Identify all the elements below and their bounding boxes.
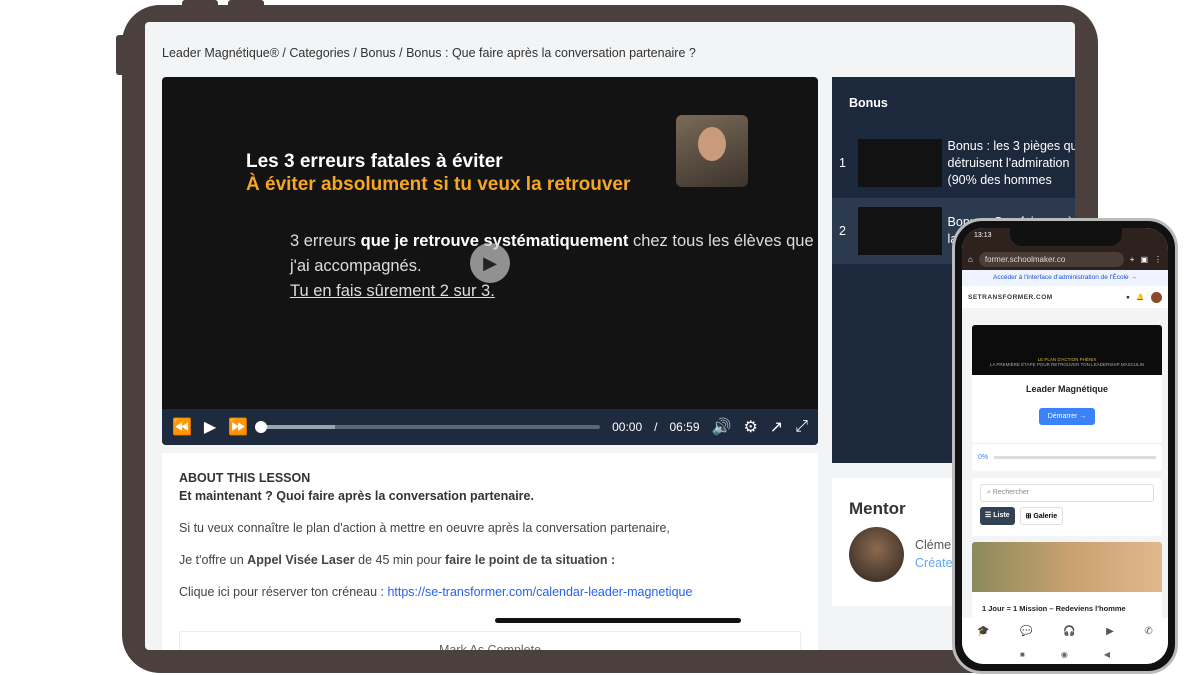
mentor-avatar (849, 527, 904, 582)
text-bold: Appel Visée Laser (247, 553, 355, 567)
lesson-thumbnail (857, 207, 942, 255)
sidebar-title: Bonus (849, 96, 888, 110)
home-indicator (495, 618, 741, 623)
seek-bar[interactable] (255, 421, 601, 433)
rewind-icon[interactable]: ⏪ (172, 417, 192, 437)
notch (1010, 228, 1122, 246)
video-subtitle: À éviter absolument si tu veux la retrou… (246, 174, 631, 195)
lesson-subheading: Et maintenant ? Quoi faire après la conv… (179, 489, 534, 503)
progress-section: 0% (972, 443, 1162, 471)
mentor-title: Mentor (849, 499, 906, 518)
calendar-link[interactable]: https://se-transformer.com/calendar-lead… (387, 585, 692, 599)
phone-frame: 13:13 ⌂ former.schoolmaker.co + ▣ ⋮ Accé… (952, 218, 1178, 674)
search-placeholder: Rechercher (992, 489, 1030, 496)
phone-screen: 13:13 ⌂ former.schoolmaker.co + ▣ ⋮ Accé… (962, 228, 1168, 664)
seek-handle[interactable] (255, 421, 268, 433)
video-controls: ⏪ ▶ ⏩ 00:00 / 06:59 🔊 ⚙ ↗ ⤢ (162, 409, 818, 445)
play-overlay-button[interactable]: ▶ (470, 243, 510, 283)
search-input[interactable]: ⌕ Rechercher (980, 484, 1154, 502)
home-icon[interactable]: ⌂ (968, 255, 973, 264)
browser-bar: ⌂ former.schoolmaker.co + ▣ ⋮ (962, 248, 1168, 270)
lesson-number: 1 (839, 155, 846, 170)
fast-forward-icon[interactable]: ⏩ (228, 417, 248, 437)
label: Galerie (1033, 513, 1058, 520)
time-separator: / (654, 420, 658, 434)
tablet-button (116, 35, 126, 75)
phone-icon[interactable]: ✆ (1144, 626, 1152, 637)
label: Liste (993, 512, 1010, 519)
lesson-number: 2 (839, 223, 846, 238)
mark-complete-button[interactable]: Mark As Complete (179, 631, 801, 650)
breadcrumb[interactable]: Leader Magnétique® / Categories / Bonus … (162, 46, 696, 60)
url-field[interactable]: former.schoolmaker.co (978, 251, 1124, 267)
mission-image (972, 542, 1162, 592)
video-player[interactable]: Les 3 erreurs fatales à éviter À éviter … (162, 77, 818, 445)
gear-icon[interactable]: ⚙ (743, 417, 757, 437)
graduation-cap-icon[interactable]: 🎓 (977, 626, 989, 637)
plus-icon[interactable]: + (1130, 255, 1135, 264)
volume-icon[interactable]: 🔊 (712, 417, 732, 437)
lesson-thumbnail (857, 139, 942, 187)
filter-section: ⌕ Rechercher ☰ Liste ⊞ Galerie (972, 478, 1162, 536)
video-icon[interactable]: ▶ (1106, 626, 1114, 637)
play-icon[interactable]: ▶ (204, 417, 216, 437)
site-header: SETRANSFORMER.COM ● 🔔 (962, 286, 1168, 308)
video-text: 3 erreurs (290, 232, 361, 250)
lesson-paragraph: Clique ici pour réserver ton créneau : h… (179, 585, 801, 599)
lesson-paragraph: Si tu veux connaître le plan d'action à … (179, 521, 670, 535)
lesson-paragraph: Je t'offre un Appel Visée Laser de 45 mi… (179, 553, 801, 567)
tablet-screen: Leader Magnétique® / Categories / Bonus … (145, 22, 1075, 650)
external-link-icon[interactable]: ↗ (770, 417, 783, 437)
tabs-icon[interactable]: ▣ (1140, 255, 1148, 264)
play-icon: ▶ (483, 252, 497, 273)
back-icon[interactable]: ◀ (1104, 650, 1110, 659)
tablet-button (182, 0, 218, 8)
gallery-view-button[interactable]: ⊞ Galerie (1019, 507, 1064, 525)
mission-card[interactable]: 1 Jour = 1 Mission – Redeviens l'homme (972, 542, 1162, 622)
headset-icon[interactable]: 🎧 (1063, 626, 1075, 637)
course-banner: LE PLAN D'ACTION PHÉNIX LA PREMIÈRE ÉTAP… (972, 325, 1162, 375)
video-body: 3 erreurs que je retrouve systématiqueme… (290, 229, 818, 304)
video-text-underline: Tu en fais sûrement 2 sur 3. (290, 282, 495, 300)
list-view-button[interactable]: ☰ Liste (980, 507, 1015, 525)
home-button-icon[interactable]: ◉ (1061, 650, 1068, 659)
banner-subtitle: LA PREMIÈRE ÉTAPE POUR RETROUVER TON LEA… (989, 362, 1145, 367)
bottom-nav: 🎓 💬 🎧 ▶ ✆ (962, 618, 1168, 644)
progress-label: 0% (978, 454, 989, 461)
fullscreen-icon[interactable]: ⤢ (795, 418, 808, 436)
lesson-heading: ABOUT THIS LESSON (179, 471, 311, 485)
avatar[interactable] (1151, 291, 1162, 303)
lesson-title: Bonus : les 3 pièges qui détruisent l'ad… (947, 138, 1075, 187)
presenter-thumbnail (676, 115, 748, 187)
text: de 45 min pour (354, 553, 445, 567)
course-title: Leader Magnétique (1025, 384, 1108, 394)
start-button[interactable]: Démarrer → (1038, 408, 1096, 425)
bell-icon[interactable]: 🔔 (1136, 293, 1145, 301)
progress-bar (994, 456, 1156, 459)
text: Je t'offre un (179, 553, 248, 567)
course-card: LE PLAN D'ACTION PHÉNIX LA PREMIÈRE ÉTAP… (972, 325, 1162, 443)
menu-icon[interactable]: ⋮ (1154, 255, 1162, 264)
clock: 13:13 (974, 232, 992, 239)
video-title: Les 3 erreurs fatales à éviter (246, 151, 503, 172)
site-name[interactable]: SETRANSFORMER.COM (968, 294, 1126, 301)
chat-icon[interactable]: ● (1126, 294, 1130, 301)
text: Clique ici pour réserver ton créneau : (179, 585, 388, 599)
recents-icon[interactable]: ■ (1020, 650, 1025, 659)
admin-link[interactable]: Accéder à l'interface d'administration d… (962, 270, 1168, 286)
chat-icon[interactable]: 💬 (1020, 626, 1032, 637)
duration: 06:59 (669, 420, 700, 434)
tablet-button (228, 0, 264, 8)
sidebar-lesson-item[interactable]: 1 Bonus : les 3 pièges qui détruisent l'… (832, 130, 1075, 196)
current-time: 00:00 (612, 420, 643, 434)
android-nav: ■ ◉ ◀ (962, 644, 1168, 664)
text-bold: faire le point de ta situation : (444, 553, 616, 567)
lesson-description: ABOUT THIS LESSON Et maintenant ? Quoi f… (162, 453, 818, 650)
